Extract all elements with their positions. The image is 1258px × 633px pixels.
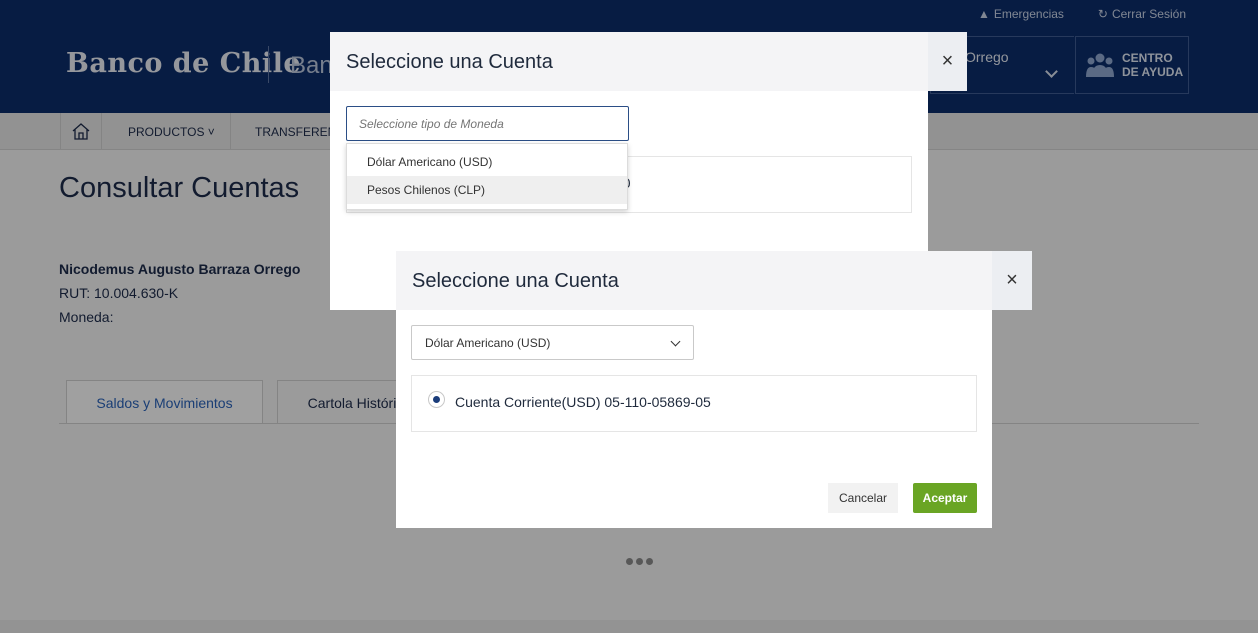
account-select-modal: Seleccione una Cuenta × Dólar Americano … bbox=[396, 251, 1032, 528]
chevron-down-icon bbox=[670, 336, 681, 347]
accept-button[interactable]: Aceptar bbox=[913, 483, 977, 513]
modal-header: Seleccione una Cuenta bbox=[396, 251, 992, 310]
currency-type-input[interactable] bbox=[346, 106, 629, 141]
currency-select-value: Dólar Americano (USD) bbox=[425, 335, 551, 350]
modal-title: Seleccione una Cuenta bbox=[412, 270, 619, 292]
close-icon: × bbox=[941, 50, 954, 72]
option-clp[interactable]: Pesos Chilenos (CLP) bbox=[347, 176, 627, 204]
modal-title: Seleccione una Cuenta bbox=[346, 51, 553, 73]
cancel-button[interactable]: Cancelar bbox=[828, 483, 898, 513]
currency-select[interactable]: Dólar Americano (USD) bbox=[411, 325, 694, 360]
account-radio[interactable] bbox=[428, 391, 445, 408]
account-label: Cuenta Corriente(USD) 05-110-05869-05 bbox=[455, 394, 711, 410]
option-usd[interactable]: Dólar Americano (USD) bbox=[347, 148, 627, 176]
currency-dropdown: Dólar Americano (USD) Pesos Chilenos (CL… bbox=[346, 143, 628, 210]
modal-header: Seleccione una Cuenta bbox=[330, 32, 928, 91]
close-button[interactable]: × bbox=[928, 32, 967, 91]
close-icon: × bbox=[1006, 269, 1018, 291]
close-button[interactable]: × bbox=[992, 251, 1032, 310]
account-option[interactable]: Cuenta Corriente(USD) 05-110-05869-05 bbox=[411, 375, 977, 432]
